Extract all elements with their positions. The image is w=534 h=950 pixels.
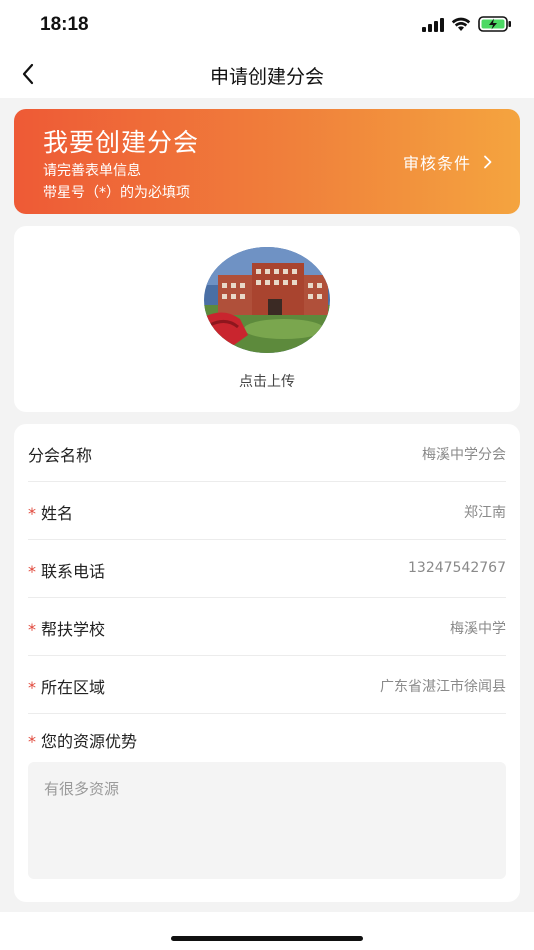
- branch-avatar-image[interactable]: [204, 247, 330, 353]
- status-bar: 18:18: [0, 0, 534, 50]
- required-star: *: [28, 732, 36, 751]
- chevron-right-icon: [484, 155, 492, 169]
- resources-label-text: 您的资源优势: [41, 732, 138, 751]
- resources-label: * 您的资源优势: [28, 728, 137, 752]
- page-title: 申请创建分会: [209, 66, 324, 88]
- review-conditions-label: 审核条件: [402, 154, 471, 173]
- form-row-name[interactable]: * 姓名 郑江南: [28, 482, 506, 540]
- resources-textarea[interactable]: [28, 762, 506, 879]
- banner-title: 我要创建分会: [43, 128, 200, 157]
- status-icons: [422, 16, 512, 36]
- battery-charging-icon: [478, 16, 512, 36]
- upload-card: 点击上传: [14, 226, 520, 412]
- required-star: *: [28, 620, 36, 639]
- required-star: *: [28, 504, 36, 523]
- nav-bar: 申请创建分会: [0, 50, 534, 98]
- home-indicator[interactable]: [171, 936, 363, 941]
- form-row-branch-name[interactable]: 分会名称 梅溪中学分会: [28, 424, 506, 482]
- field-label-text: 所在区域: [41, 678, 106, 697]
- field-label-text: 姓名: [41, 504, 74, 523]
- upload-label[interactable]: 点击上传: [14, 371, 520, 391]
- branch-name-value[interactable]: 梅溪中学分会: [422, 444, 506, 464]
- field-label: * 联系电话: [28, 558, 105, 582]
- field-label: * 所在区域: [28, 674, 105, 698]
- phone-value[interactable]: 13247542767: [408, 560, 506, 576]
- name-value[interactable]: 郑江南: [464, 502, 506, 522]
- wifi-icon: [451, 17, 471, 36]
- form-row-region[interactable]: * 所在区域 广东省湛江市徐闻县: [28, 656, 506, 714]
- field-label-text: 联系电话: [41, 562, 106, 581]
- field-label: * 姓名: [28, 500, 73, 524]
- banner-subtitle-2: 带星号（*）的为必填项: [43, 185, 190, 201]
- required-star: *: [28, 562, 36, 581]
- banner-subtitle-1: 请完善表单信息: [43, 163, 141, 179]
- cellular-signal-icon: [422, 17, 444, 36]
- field-label-text: 帮扶学校: [41, 620, 106, 639]
- field-label-text: 分会名称: [28, 446, 93, 465]
- info-banner: 我要创建分会 请完善表单信息 带星号（*）的为必填项 审核条件: [14, 109, 520, 214]
- field-label: 分会名称: [28, 442, 92, 466]
- form-row-phone[interactable]: * 联系电话 13247542767: [28, 540, 506, 598]
- required-star: *: [28, 678, 36, 697]
- field-label: * 帮扶学校: [28, 616, 105, 640]
- review-conditions-link[interactable]: 审核条件: [403, 150, 492, 174]
- form-card: 分会名称 梅溪中学分会 * 姓名 郑江南 * 联系电话 13247542767 * 帮…: [14, 424, 520, 902]
- region-value[interactable]: 广东省湛江市徐闻县: [380, 676, 506, 696]
- status-time: 18:18: [40, 14, 89, 35]
- bottom-safe-area: [0, 912, 534, 950]
- school-value[interactable]: 梅溪中学: [450, 618, 506, 638]
- form-row-school[interactable]: * 帮扶学校 梅溪中学: [28, 598, 506, 656]
